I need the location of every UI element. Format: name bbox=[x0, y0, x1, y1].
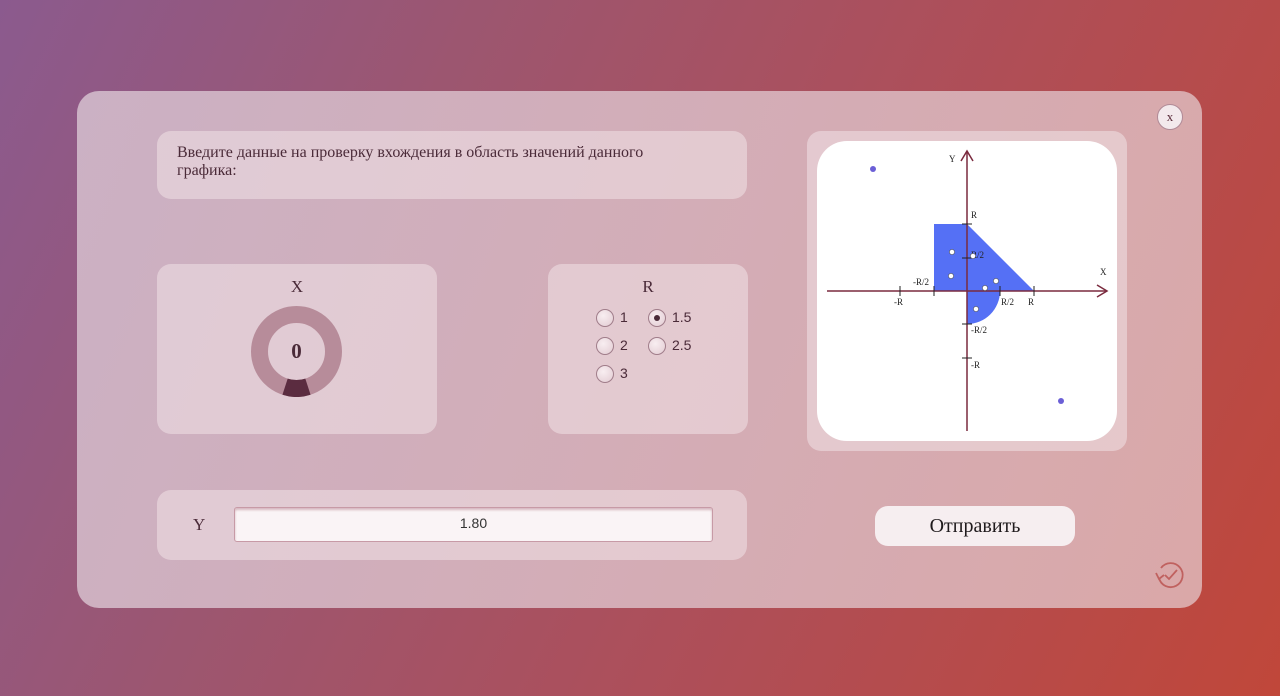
r-label-2: 2 bbox=[620, 337, 628, 353]
r-label-1-5: 1.5 bbox=[672, 309, 692, 325]
r-label-2-5: 2.5 bbox=[672, 337, 692, 353]
graph-point bbox=[970, 253, 976, 259]
tick-x-half: R/2 bbox=[1001, 297, 1014, 307]
graph-point bbox=[993, 278, 999, 284]
tick-x-r: R bbox=[1028, 297, 1034, 307]
instruction-text: Введите данные на проверку вхождения в о… bbox=[177, 144, 644, 179]
y-axis-label: Y bbox=[949, 154, 956, 164]
x-axis-label: X bbox=[1100, 267, 1107, 277]
y-input[interactable]: 1.80 bbox=[234, 507, 713, 542]
history-clock-icon[interactable] bbox=[1153, 558, 1187, 592]
tick-y-neg-r: -R bbox=[971, 360, 980, 370]
y-label: Y bbox=[193, 515, 206, 534]
y-input-box: Y 1.80 bbox=[157, 490, 747, 560]
graph-point bbox=[973, 306, 979, 312]
tick-y-neg-half: -R/2 bbox=[971, 325, 987, 335]
r-radio-1-5[interactable] bbox=[648, 309, 666, 327]
x-value: 0 bbox=[291, 339, 302, 363]
x-knob[interactable]: 0 bbox=[251, 306, 342, 397]
r-title: R bbox=[642, 277, 654, 296]
graph-point bbox=[982, 285, 988, 291]
graph-canvas[interactable]: X Y -R -R/2 R/2 R R R/2 -R/2 -R bbox=[817, 141, 1117, 441]
x-input-box: X 0 bbox=[157, 264, 437, 434]
close-button[interactable]: x bbox=[1157, 104, 1183, 130]
r-label-1: 1 bbox=[620, 309, 628, 325]
r-radio-2[interactable] bbox=[596, 337, 614, 355]
tick-x-neg-half: -R/2 bbox=[913, 277, 929, 287]
graph-point bbox=[949, 249, 955, 255]
area-quarter-circle bbox=[967, 291, 1000, 324]
graph-box: X Y -R -R/2 R/2 R R R/2 -R/2 -R bbox=[807, 131, 1127, 451]
r-label-3: 3 bbox=[620, 365, 628, 381]
tick-x-neg-r: -R bbox=[894, 297, 903, 307]
graph-point bbox=[948, 273, 954, 279]
r-radio-3[interactable] bbox=[596, 365, 614, 383]
graph-point-outside bbox=[870, 166, 876, 172]
r-radio-1[interactable] bbox=[596, 309, 614, 327]
r-radio-2-5[interactable] bbox=[648, 337, 666, 355]
instruction-box: Введите данные на проверку вхождения в о… bbox=[157, 131, 747, 199]
x-title: X bbox=[290, 277, 304, 296]
graph-point-outside bbox=[1058, 398, 1064, 404]
r-input-box: R 1 1.5 2 2.5 3 bbox=[548, 264, 748, 434]
tick-y-r: R bbox=[971, 210, 977, 220]
submit-button[interactable]: Отправить bbox=[875, 506, 1075, 546]
